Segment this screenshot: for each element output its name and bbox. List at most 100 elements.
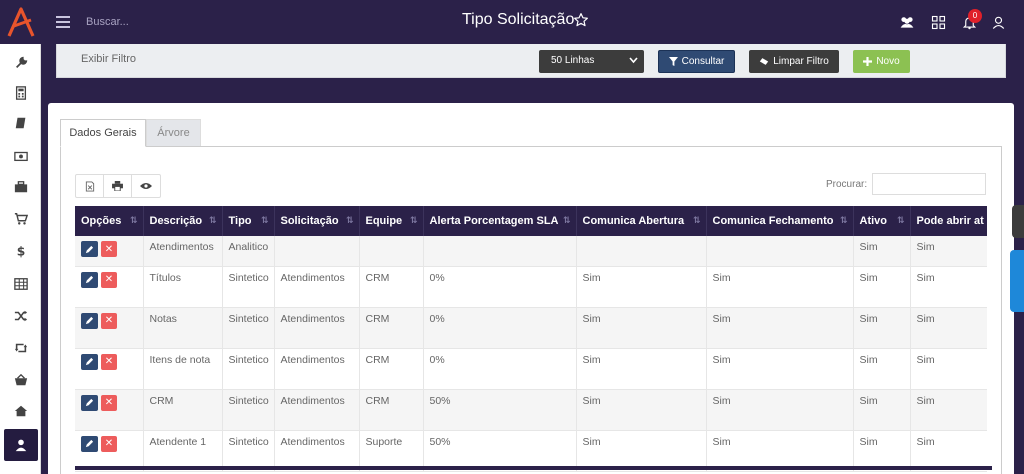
col-comunica-fechamento[interactable]: Comunica Fechamento ⇅ [706, 206, 854, 236]
table-search-input[interactable] [872, 173, 986, 195]
cell-descricao: Itens de nota [143, 348, 223, 390]
edit-button[interactable] [81, 394, 98, 411]
sidebar-item-book[interactable] [0, 108, 41, 138]
tab-arvore[interactable]: Árvore [146, 119, 201, 147]
cell-equipe [359, 236, 424, 267]
logo-icon [7, 7, 34, 37]
cell-equipe: CRM [359, 307, 424, 349]
cell-tipo: Sintetico [222, 266, 275, 308]
sidebar-item-shuffle[interactable] [0, 301, 41, 331]
col-descricao[interactable]: Descrição ⇅ [143, 206, 223, 236]
cell-fechamento: Sim [706, 348, 854, 390]
table-icon [13, 278, 28, 290]
hamburger-menu-icon[interactable] [56, 16, 70, 28]
app-logo[interactable] [0, 0, 41, 44]
delete-button[interactable]: ✕ [101, 394, 117, 411]
cell-solicitacao: Atendimentos [274, 430, 360, 472]
settings-side-tab[interactable] [1012, 205, 1024, 238]
sidebar-item-calculator[interactable] [0, 78, 41, 108]
sidebar-item-basket[interactable] [0, 365, 41, 395]
table-header-row: Opções ⇅ Descrição ⇅ Tipo ⇅ Solicitação ⇅ Eq… [75, 206, 987, 236]
col-alerta-sla[interactable]: Alerta Porcentagem SLA ⇅ [423, 206, 577, 236]
cell-abertura: Sim [576, 348, 707, 390]
delete-button[interactable]: ✕ [101, 353, 117, 370]
sort-icon: ⇅ [345, 215, 354, 225]
help-side-tab[interactable] [1010, 250, 1024, 312]
cell-alerta [423, 236, 577, 267]
filter-icon [668, 57, 678, 66]
grid-apps-icon[interactable] [929, 13, 947, 31]
col-tipo[interactable]: Tipo ⇅ [222, 206, 275, 236]
print-icon [112, 181, 123, 191]
chevron-down-icon [629, 57, 638, 64]
col-pode-abrir[interactable]: Pode abrir at [910, 206, 987, 236]
consultar-button[interactable]: Consultar [658, 50, 735, 73]
cell-ativo: Sim [853, 348, 911, 390]
column-visibility-button[interactable] [132, 175, 160, 197]
edit-button[interactable] [81, 312, 98, 329]
horizontal-scrollbar[interactable] [75, 466, 992, 470]
cell-fechamento: Sim [706, 430, 854, 472]
sidebar-item-wrench[interactable] [0, 48, 41, 78]
delete-button[interactable]: ✕ [101, 435, 117, 452]
cell-solicitacao: Atendimentos [274, 266, 360, 308]
new-button[interactable]: Novo [853, 50, 910, 73]
sidebar-item-retweet[interactable] [0, 333, 41, 363]
table-search-label: Procurar: [826, 179, 868, 190]
edit-button[interactable] [81, 271, 98, 288]
delete-button[interactable]: ✕ [101, 241, 117, 257]
show-filter-toggle[interactable]: Exibir Filtro [81, 53, 136, 65]
col-comunica-abertura[interactable]: Comunica Abertura ⇅ [576, 206, 707, 236]
edit-button[interactable] [81, 353, 98, 370]
edit-button[interactable] [81, 435, 98, 452]
col-equipe[interactable]: Equipe ⇅ [359, 206, 424, 236]
search-input[interactable] [86, 14, 286, 30]
svg-text:$: $ [16, 244, 25, 258]
pencil-icon [85, 316, 94, 325]
cell-solicitacao: Atendimentos [274, 307, 360, 349]
clear-filter-button[interactable]: Limpar Filtro [749, 50, 839, 73]
delete-button[interactable]: ✕ [101, 312, 117, 329]
sort-icon: ⇅ [409, 215, 418, 225]
cell-tipo: Sintetico [222, 348, 275, 390]
user-profile-icon[interactable] [989, 13, 1007, 31]
cell-pode-abrir: Sim [910, 389, 987, 431]
export-excel-button[interactable] [76, 175, 104, 197]
dollar-icon: $ [16, 244, 25, 258]
sidebar-item-user[interactable] [4, 429, 38, 461]
shuffle-icon [14, 310, 27, 322]
delete-button[interactable]: ✕ [101, 271, 117, 288]
sidebar-item-briefcase[interactable] [0, 172, 41, 202]
col-solicitacao[interactable]: Solicitação ⇅ [274, 206, 360, 236]
sidebar-item-table[interactable] [0, 269, 41, 299]
print-button[interactable] [104, 175, 132, 197]
cell-solicitacao: Atendimentos [274, 389, 360, 431]
pencil-icon [85, 245, 94, 253]
cell-pode-abrir: Sim [910, 307, 987, 349]
retweet-icon [14, 343, 27, 353]
sort-icon: ⇅ [896, 215, 905, 225]
edit-button[interactable] [81, 241, 98, 257]
col-opcoes[interactable]: Opções ⇅ [75, 206, 144, 236]
col-opcoes-label: Opções [81, 215, 122, 227]
cell-ativo: Sim [853, 389, 911, 431]
cell-descricao: Títulos [143, 266, 223, 308]
sidebar-item-cart[interactable] [0, 204, 41, 234]
sidebar-item-home[interactable] [0, 396, 41, 426]
col-ativo[interactable]: Ativo ⇅ [853, 206, 911, 236]
pencil-icon [85, 439, 94, 448]
tab-dados-gerais[interactable]: Dados Gerais [60, 119, 146, 147]
page-title: Tipo Solicitação [462, 11, 575, 28]
sidebar-item-money[interactable] [0, 141, 41, 171]
main-panel: Dados Gerais Árvore Procurar: Opções ⇅ De… [48, 103, 1014, 474]
col-descricao-label: Descrição [149, 215, 203, 227]
cell-ativo: Sim [853, 430, 911, 472]
col-alerta-label: Alerta Porcentagem SLA [429, 215, 559, 227]
sort-icon: ⇅ [208, 215, 217, 225]
sidebar-item-dollar[interactable]: $ [0, 236, 41, 266]
users-icon[interactable] [898, 13, 916, 31]
cell-descricao: Atendimentos [143, 236, 223, 267]
col-ativo-label: Ativo [859, 215, 888, 227]
rows-per-page-select[interactable]: 50 Linhas [539, 50, 644, 73]
star-icon[interactable] [573, 12, 589, 28]
